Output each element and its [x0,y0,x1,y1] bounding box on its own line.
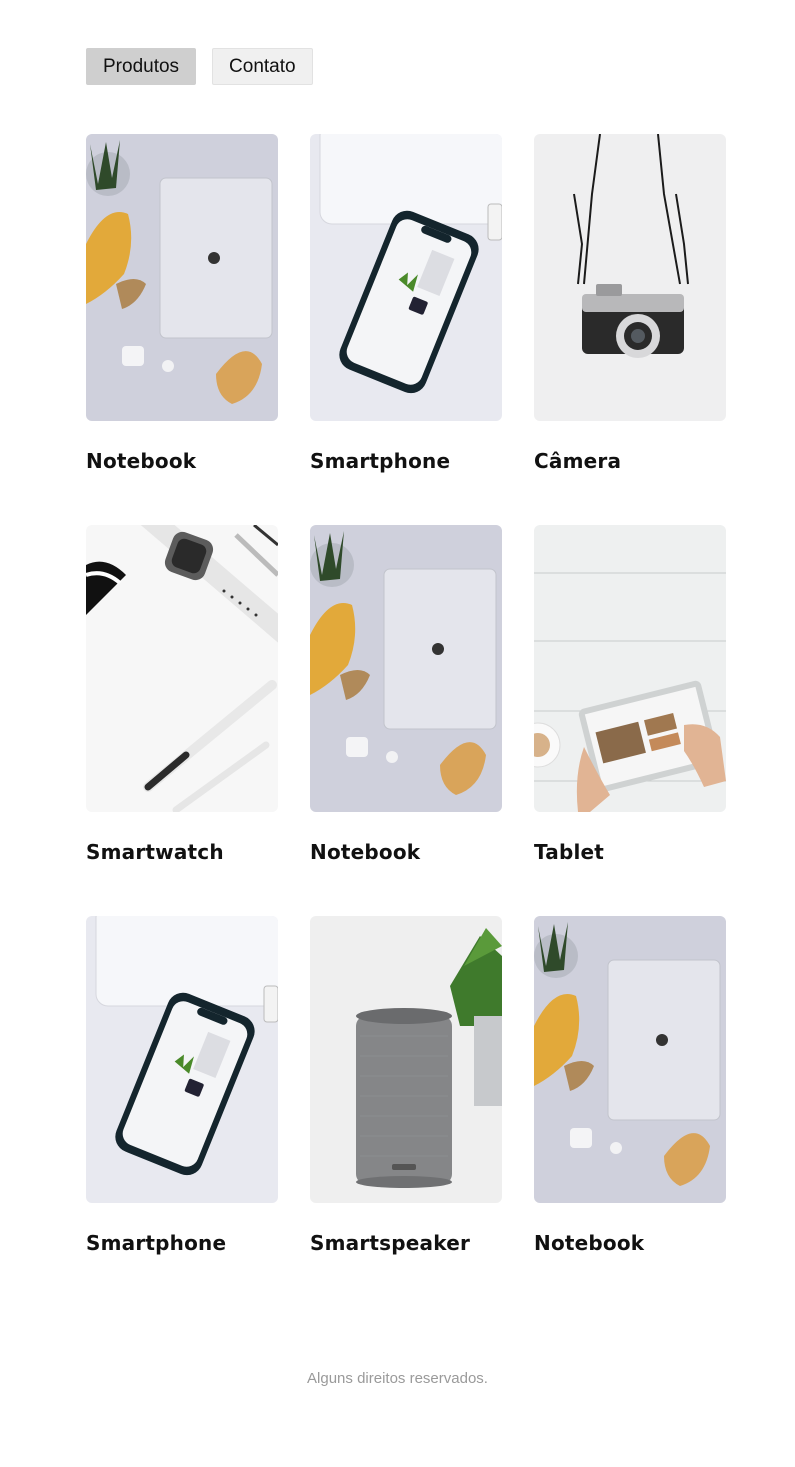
product-card[interactable]: Notebook [86,134,278,525]
smartspeaker-image[interactable] [310,916,502,1203]
product-name[interactable]: Câmera [534,449,726,473]
camera-image[interactable] [534,134,726,421]
top-nav: Produtos Contato [86,48,313,85]
tablet-image[interactable] [534,525,726,812]
notebook-image[interactable] [86,134,278,421]
notebook-image[interactable] [534,916,726,1203]
smartwatch-image[interactable] [86,525,278,812]
product-card[interactable]: Câmera [534,134,726,525]
product-name[interactable]: Smartphone [86,1231,278,1255]
product-card[interactable]: Smartphone [86,916,278,1307]
product-card[interactable]: Notebook [534,916,726,1307]
nav-button-produtos[interactable]: Produtos [86,48,197,85]
product-card[interactable]: Smartspeaker [310,916,502,1307]
smartphone-image[interactable] [310,134,502,421]
product-name[interactable]: Smartspeaker [310,1231,502,1255]
product-card[interactable]: Smartwatch [86,525,278,916]
smartphone-image[interactable] [86,916,278,1203]
product-name[interactable]: Notebook [310,840,502,864]
product-card[interactable]: Smartphone [310,134,502,525]
product-name[interactable]: Smartwatch [86,840,278,864]
footer-text: Alguns direitos reservados. [307,1370,488,1387]
product-name[interactable]: Smartphone [310,449,502,473]
product-name[interactable]: Notebook [534,1231,726,1255]
product-name[interactable]: Notebook [86,449,278,473]
product-grid: Notebook Smartphone Câmera Smartwatch No… [86,134,726,1307]
nav-button-contato[interactable]: Contato [212,48,313,85]
product-card[interactable]: Tablet [534,525,726,916]
notebook-image[interactable] [310,525,502,812]
product-card[interactable]: Notebook [310,525,502,916]
product-name[interactable]: Tablet [534,840,726,864]
